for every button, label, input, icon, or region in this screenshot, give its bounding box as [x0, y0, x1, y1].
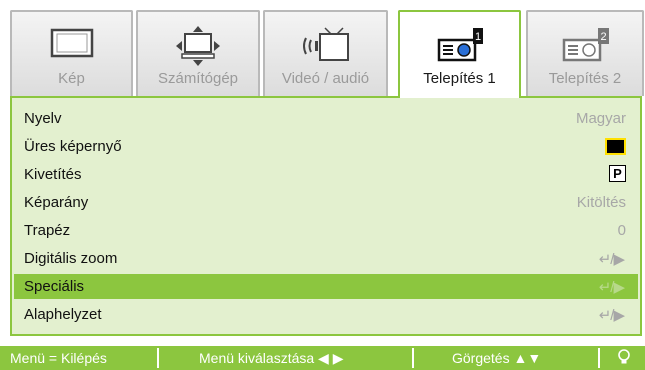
tab-setup-1[interactable]: 1 Telepítés 1 — [398, 10, 521, 98]
help-bar: Menü = Kilépés Menü kiválasztása ◀ ▶ Gör… — [0, 346, 645, 370]
tab-label: Telepítés 1 — [423, 70, 496, 87]
menu-item-value: Magyar — [575, 110, 626, 127]
menu-item-value: Kitöltés — [576, 194, 626, 211]
menu-item-digital-zoom[interactable]: Digitális zoom ↵/▶ — [14, 246, 638, 271]
computer-icon — [172, 24, 224, 73]
osd-menu: Kép Számítógép Videó / audió 1 Telepítés… — [0, 0, 645, 370]
menu-item-label: Nyelv — [24, 110, 62, 127]
menu-item-projection[interactable]: Kivetítés P — [14, 162, 638, 187]
tab-label: Telepítés 2 — [548, 70, 622, 87]
video-audio-icon — [298, 24, 354, 73]
menu-item-language[interactable]: Nyelv Magyar — [14, 106, 638, 131]
menu-item-label: Képarány — [24, 194, 89, 211]
svg-text:2: 2 — [600, 31, 606, 43]
menu-item-keystone[interactable]: Trapéz 0 — [14, 218, 638, 243]
menu-item-reset[interactable]: Alaphelyzet ↵/▶ — [14, 302, 638, 327]
menu-item-value: 0 — [617, 222, 626, 239]
projector-setup1-icon: 1 — [433, 24, 487, 73]
projector-setup2-icon: 2 — [558, 24, 612, 73]
enter-arrow-icon: ↵/▶ — [598, 251, 625, 268]
menu-item-aspect-ratio[interactable]: Képarány Kitöltés — [14, 190, 638, 215]
enter-arrow-icon: ↵/▶ — [598, 307, 625, 324]
menu-item-label: Speciális — [24, 278, 85, 295]
enter-arrow-icon: ↵/▶ — [598, 279, 625, 296]
menu-item-label: Üres képernyő — [24, 138, 122, 155]
svg-text:1: 1 — [474, 31, 480, 43]
footer-scroll-hint: Görgetés ▲▼ — [452, 350, 542, 366]
tab-picture[interactable]: Kép — [10, 10, 133, 96]
menu-item-label: Trapéz — [24, 222, 71, 239]
tab-label: Kép — [58, 70, 85, 87]
menu-item-label: Kivetítés — [24, 166, 82, 183]
footer-exit-hint: Menü = Kilépés — [10, 350, 107, 366]
menu-item-advanced[interactable]: Speciális ↵/▶ — [14, 274, 638, 299]
black-screen-icon — [605, 138, 626, 155]
tab-computer[interactable]: Számítógép — [136, 10, 260, 96]
footer-divider — [598, 348, 600, 368]
tab-label: Számítógép — [157, 70, 239, 87]
tab-video-audio[interactable]: Videó / audió — [263, 10, 388, 96]
screen-icon — [49, 24, 95, 69]
menu-item-label: Digitális zoom — [24, 250, 118, 267]
footer-divider — [157, 348, 159, 368]
menu-item-blank-screen[interactable]: Üres képernyő — [14, 134, 638, 159]
tab-label: Videó / audió — [281, 70, 370, 87]
footer-select-hint: Menü kiválasztása ◀ ▶ — [199, 350, 344, 366]
menu-item-label: Alaphelyzet — [24, 306, 102, 323]
tab-setup-2[interactable]: 2 Telepítés 2 — [526, 10, 644, 96]
projection-mode-icon: P — [609, 165, 626, 182]
settings-panel: Nyelv Magyar Üres képernyő Kivetítés P K… — [10, 96, 642, 336]
footer-divider — [412, 348, 414, 368]
bulb-icon — [617, 349, 631, 369]
